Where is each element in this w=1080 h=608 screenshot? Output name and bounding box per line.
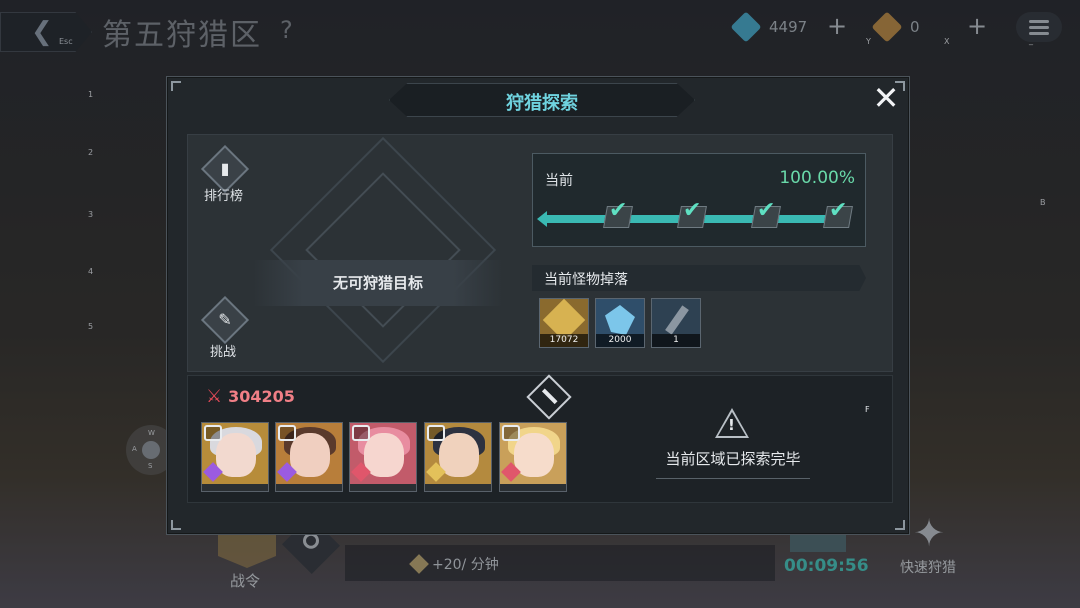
hunt-target-area: 无可狩猎目标	[248, 136, 503, 364]
team-power: ⚔ 304205	[206, 386, 295, 407]
check-mark-icon: ✔	[757, 198, 776, 223]
check-mark-icon: ✔	[609, 198, 628, 223]
drop-count: 17072	[540, 334, 588, 347]
corner-decoration	[171, 81, 181, 91]
challenge-label[interactable]: 挑战	[210, 341, 236, 360]
rank-badge-icon	[278, 425, 296, 441]
team-power-value: 304205	[228, 387, 295, 406]
corner-decoration	[171, 520, 181, 530]
team-member-4[interactable]	[424, 422, 492, 492]
team-member-3[interactable]	[349, 422, 417, 492]
rank-badge-icon	[352, 425, 370, 441]
challenge-icon: ✎	[218, 310, 232, 329]
modal-title-bar: 狩猎探索	[389, 83, 695, 117]
check-mark-icon: ✔	[683, 198, 702, 223]
blue-crystal-icon	[605, 305, 635, 335]
warning-mark: !	[728, 416, 735, 434]
challenge-button[interactable]: ✎	[200, 295, 250, 345]
rank-badge-icon	[427, 425, 445, 441]
drop-item[interactable]: 2000	[595, 298, 645, 348]
ranking-label[interactable]: 排行榜	[204, 185, 243, 204]
team-member-5[interactable]	[499, 422, 567, 492]
explored-status: ! 当前区域已探索完毕	[648, 408, 818, 480]
rank-badge-icon	[502, 425, 520, 441]
divider	[656, 478, 810, 479]
no-target-text: 无可狩猎目标	[332, 274, 423, 292]
progress-arrow-icon	[537, 211, 547, 227]
close-button[interactable]: ✕	[871, 82, 901, 114]
drop-item[interactable]: 17072	[539, 298, 589, 348]
drop-count: 1	[652, 334, 700, 347]
member-bar	[276, 484, 342, 491]
checkpoint-check-icon: ✔	[603, 198, 635, 230]
member-bar	[425, 484, 491, 491]
checkpoint-check-icon: ✔	[823, 198, 855, 230]
target-banner: 无可狩猎目标	[253, 260, 503, 306]
pencil-icon	[541, 388, 558, 405]
dagger-icon	[665, 305, 689, 335]
check-mark-icon: ✔	[829, 198, 848, 223]
drop-count: 2000	[596, 334, 644, 347]
ranking-button[interactable]: ▮	[200, 144, 250, 194]
crossed-swords-icon: ⚔	[206, 386, 223, 407]
hunt-explore-modal: 狩猎探索 ✕ ▮ 排行榜 无可狩猎目标 ✎ 挑战 当前 100.00% ✔ ✔ …	[166, 76, 910, 535]
progress-panel: 当前 100.00% ✔ ✔ ✔ ✔	[532, 153, 866, 247]
modal-title: 狩猎探索	[506, 93, 578, 114]
member-bar	[500, 484, 566, 491]
drops-header-text: 当前怪物掉落	[544, 272, 628, 288]
checkpoint-check-icon: ✔	[751, 198, 783, 230]
member-bar	[350, 484, 416, 491]
progress-label: 当前	[545, 173, 573, 189]
member-bar	[202, 484, 268, 491]
checkpoint-check-icon: ✔	[677, 198, 709, 230]
progress-percent: 100.00%	[779, 168, 855, 188]
edit-team-button[interactable]	[526, 374, 572, 420]
ranking-icon: ▮	[220, 159, 230, 178]
f-key-hint: F	[865, 405, 870, 414]
team-member-2[interactable]	[275, 422, 343, 492]
corner-decoration	[895, 520, 905, 530]
team-member-1[interactable]	[201, 422, 269, 492]
rank-badge-icon	[204, 425, 222, 441]
team-panel: ⚔ 304205 ! 当前区域已探索完毕	[187, 374, 893, 503]
drop-item[interactable]: 1	[651, 298, 701, 348]
drops-header: 当前怪物掉落	[532, 265, 866, 291]
hunt-status-panel: ▮ 排行榜 无可狩猎目标 ✎ 挑战 当前 100.00% ✔ ✔ ✔ ✔ 当前怪…	[187, 134, 893, 372]
warning-icon: !	[715, 408, 749, 438]
explored-text: 当前区域已探索完毕	[665, 450, 801, 468]
